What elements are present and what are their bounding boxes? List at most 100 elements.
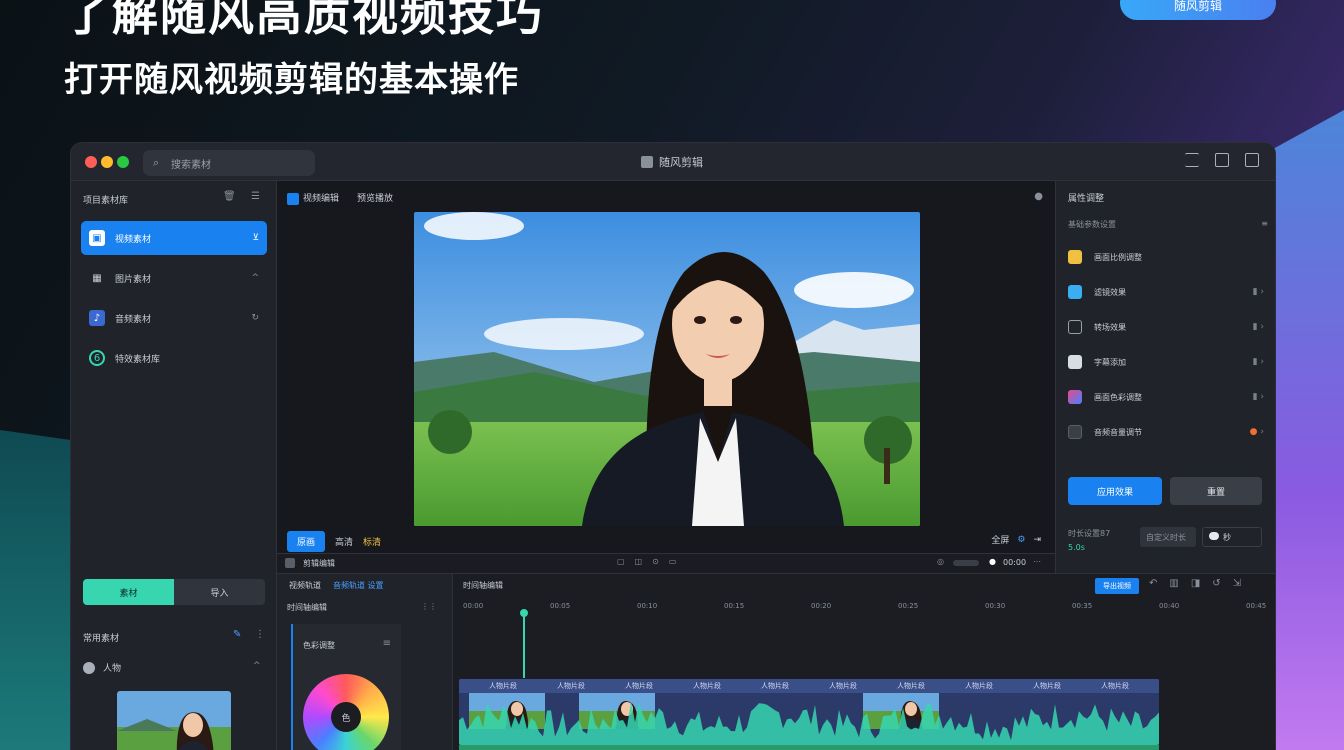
property-item-color[interactable]: 画面色彩调整 ▮ › — [1068, 387, 1264, 407]
title-bar: ⌕ 搜索素材 随风剪辑 — [71, 143, 1275, 181]
tab-audio-track[interactable]: 音频轨道 设置 — [333, 580, 384, 591]
ruler-tick-label: 00:20 — [811, 602, 832, 610]
library-item-label: 图片素材 — [115, 274, 152, 285]
audio-folder-icon: ♪ — [89, 310, 105, 326]
people-category[interactable]: 人物 — [83, 661, 121, 674]
gear-icon[interactable]: ⚙ — [1017, 535, 1025, 545]
menu-icon[interactable]: ≡ — [1261, 219, 1268, 230]
color-wheel[interactable]: 色 — [303, 674, 389, 750]
zoom-icon[interactable]: ⇲ — [1233, 578, 1241, 589]
library-segment-control: 素材 导入 — [83, 579, 265, 605]
chevron-right-icon: ● › — [1249, 427, 1264, 437]
property-item-volume[interactable]: 音频音量调节 ● › — [1068, 422, 1264, 442]
property-item-subtitle[interactable]: 字幕添加 ▮ › — [1068, 352, 1264, 372]
settings-icon[interactable]: ● — [1034, 191, 1043, 202]
search-input[interactable]: ⌕ 搜索素材 — [143, 150, 315, 176]
speed-icon[interactable]: ◎ — [937, 557, 944, 566]
library-item-effects[interactable]: 6 特效素材库 — [81, 341, 267, 375]
delete-icon[interactable]: 🗑 — [223, 191, 236, 202]
property-item-label: 转场效果 — [1094, 322, 1126, 332]
media-thumbnail[interactable] — [117, 691, 231, 750]
speed-slider[interactable] — [953, 560, 979, 566]
toolbar-tools-icon[interactable]: ▢◫⊙▭ — [617, 557, 686, 566]
menu-icon[interactable]: ≡ — [383, 638, 391, 649]
minimize-window-button[interactable] — [101, 156, 113, 168]
clip-label: 人物片段 — [693, 682, 721, 690]
duration-unit-label: 秒 — [1223, 532, 1231, 542]
video-preview[interactable] — [414, 212, 920, 526]
audio-track[interactable] — [459, 745, 1159, 750]
color-adjust-panel: 色彩调整 ≡ 色 — [291, 624, 401, 750]
ruler-tick-label: 00:15 — [724, 602, 745, 610]
segment-materials[interactable]: 素材 — [83, 579, 174, 605]
chevron-up-icon[interactable]: ^ — [251, 273, 259, 283]
export-video-button[interactable]: 导出视频 — [1095, 578, 1139, 594]
apply-effect-button[interactable]: 应用效果 — [1068, 477, 1162, 505]
toolbar-time: 00:00 — [1003, 558, 1027, 567]
chevron-up-icon[interactable]: ^ — [253, 661, 261, 671]
window-title-text: 随风剪辑 — [659, 156, 703, 169]
quality-hd[interactable]: 高清 — [335, 535, 353, 548]
duration-setting: 时长设置87 5.0s — [1068, 527, 1110, 555]
more-icon[interactable]: ⋯ — [1033, 557, 1041, 566]
fullscreen-label[interactable]: 全屏 — [991, 533, 1009, 546]
ratio-icon — [1068, 250, 1082, 264]
filter-icon[interactable]: ⊻ — [252, 233, 259, 243]
layout-icon[interactable] — [1215, 153, 1229, 167]
toolbar-icon[interactable] — [285, 558, 295, 568]
reset-button[interactable]: 重置 — [1170, 477, 1262, 505]
subtitle-icon — [1068, 355, 1082, 369]
maximize-window-button[interactable] — [117, 156, 129, 168]
ruler-tick-label: 00:35 — [1072, 602, 1093, 610]
color-icon — [1068, 390, 1082, 404]
playhead[interactable] — [523, 612, 525, 678]
tab-preview[interactable]: 预览播放 — [357, 191, 393, 204]
library-item-video[interactable]: ▣ 视频素材 ⊻ — [81, 221, 267, 255]
hero-button[interactable]: 随风剪辑 — [1120, 0, 1276, 20]
ruler-tick-label: 00:25 — [898, 602, 919, 610]
undo-icon[interactable]: ↶ — [1149, 578, 1157, 589]
refresh-icon[interactable]: ↻ — [251, 313, 259, 323]
properties-panel: 属性调整 基础参数设置 ≡ 画面比例调整 滤镜效果 ▮ › 转场效果 ▮ › 字… — [1055, 181, 1275, 573]
tab-video-edit[interactable]: 视频编辑 — [287, 191, 339, 205]
library-item-audio[interactable]: ♪ 音频素材 ↻ — [81, 301, 267, 335]
duration-unit-select[interactable]: 秒 — [1202, 527, 1262, 547]
edit-icon[interactable]: ✎ — [233, 629, 241, 640]
panel-icon[interactable] — [1245, 153, 1259, 167]
quality-sd[interactable]: 标清 — [363, 535, 381, 548]
more-icon[interactable]: ⋮ — [255, 629, 265, 640]
segment-import[interactable]: 导入 — [174, 579, 265, 605]
list-view-icon[interactable]: ☰ — [251, 191, 260, 202]
exit-icon[interactable]: ⇥ — [1033, 535, 1041, 545]
chevron-right-icon: ▮ › — [1252, 357, 1264, 367]
record-icon[interactable]: ● — [989, 557, 996, 566]
search-placeholder: 搜索素材 — [171, 160, 211, 171]
image-folder-icon: ▦ — [92, 272, 102, 284]
quality-original[interactable]: 原画 — [287, 530, 326, 552]
timeline-ruler: 00:00 00:05 00:10 00:15 00:20 00:25 00:30 00:35… — [457, 602, 1266, 616]
library-item-label: 音频素材 — [115, 314, 152, 325]
clip-label: 人物片段 — [489, 682, 517, 690]
clip-label: 人物片段 — [625, 682, 653, 690]
tab-video-track[interactable]: 视频轨道 — [289, 580, 321, 591]
preview-area: 视频编辑 预览播放 ● 原画 高清 标清 全屏 ⚙ ⇥ — [277, 181, 1055, 573]
loop-icon[interactable]: ↺ — [1212, 578, 1220, 589]
media-library-panel: 项目素材库 🗑 ☰ ▣ 视频素材 ⊻ ▦ 图片素材 ^ ♪ 音频素材 ↻ 6 特… — [71, 181, 277, 750]
property-item-transition[interactable]: 转场效果 ▮ › — [1068, 317, 1264, 337]
property-item-ratio[interactable]: 画面比例调整 — [1068, 247, 1264, 267]
menu-icon[interactable] — [1185, 153, 1199, 167]
collapse-icon[interactable]: ⋮⋮ — [421, 602, 437, 611]
hero-title: 了解随风高质视频技巧 — [64, 0, 544, 41]
properties-sub: 基础参数设置 ≡ — [1068, 219, 1268, 230]
library-item-image[interactable]: ▦ 图片素材 ^ — [81, 261, 267, 295]
split-icon[interactable]: ▥ — [1169, 578, 1178, 589]
close-window-button[interactable] — [85, 156, 97, 168]
clip-label: 人物片段 — [1033, 682, 1061, 690]
property-item-filter[interactable]: 滤镜效果 ▮ › — [1068, 282, 1264, 302]
cloud-icon — [1209, 532, 1219, 540]
chevron-right-icon: ▮ › — [1252, 392, 1264, 402]
snap-icon[interactable]: ◨ — [1191, 578, 1200, 589]
clip-label: 人物片段 — [557, 682, 585, 690]
custom-duration-input[interactable]: 自定义时长 — [1140, 527, 1196, 547]
video-track[interactable]: 人物片段 人物片段 人物片段 人物片段 人物片段 人物片段 人物片段 人物片段 人物片段 人物片段 — [459, 679, 1159, 745]
